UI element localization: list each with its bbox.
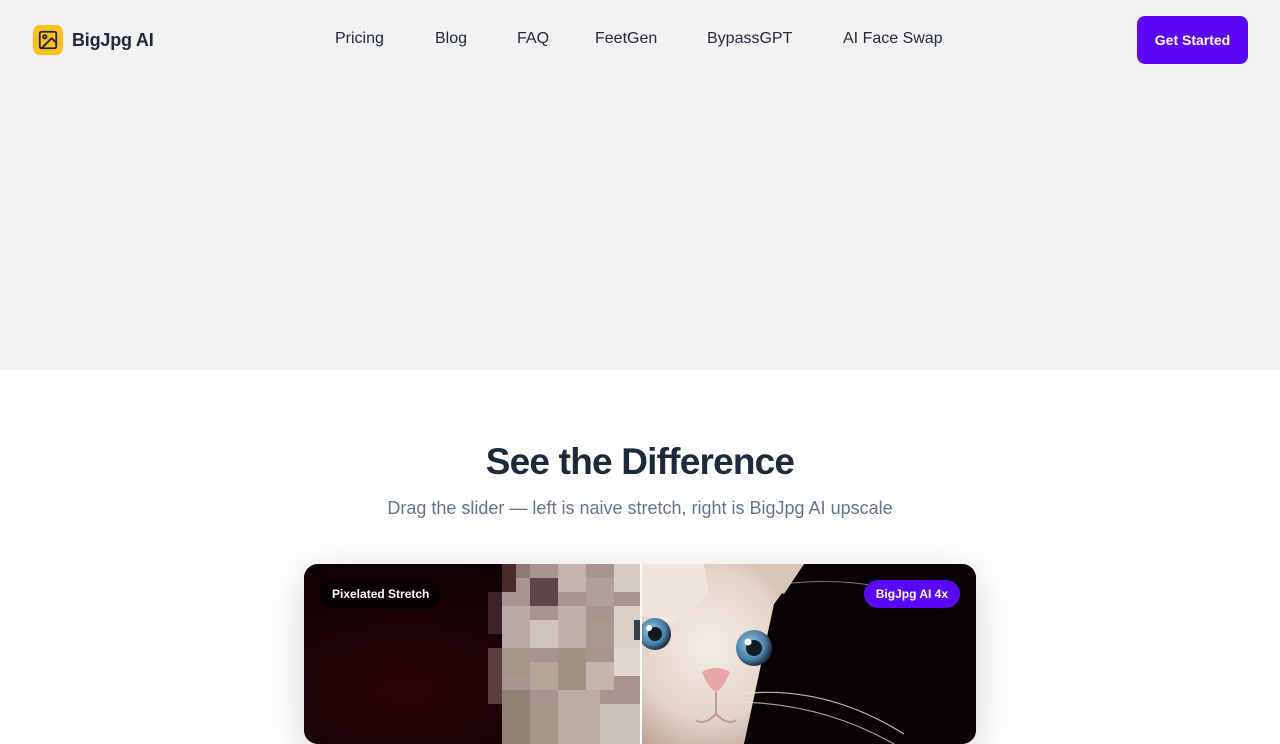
nav-link-pricing[interactable]: Pricing bbox=[335, 30, 384, 48]
hero-header: BigJpg AI Pricing Blog FAQ FeetGen Bypas… bbox=[0, 0, 1280, 370]
nav-link-feetgen[interactable]: FeetGen bbox=[595, 30, 657, 48]
nav-link-blog[interactable]: Blog bbox=[435, 30, 467, 48]
comparison-slider[interactable]: Pixelated Stretch BigJpg AI 4x bbox=[304, 564, 976, 744]
nav-link-ai-face-swap[interactable]: AI Face Swap bbox=[843, 30, 943, 48]
pixelated-kitten bbox=[488, 564, 640, 744]
nav-links: Pricing Blog FAQ FeetGen BypassGPT AI Fa… bbox=[0, 30, 1280, 52]
nav-link-faq[interactable]: FAQ bbox=[517, 30, 549, 48]
pixelated-stretch-badge: Pixelated Stretch bbox=[320, 580, 442, 608]
top-nav: BigJpg AI Pricing Blog FAQ FeetGen Bypas… bbox=[0, 0, 1280, 80]
section-subtitle: Drag the slider — left is naive stretch,… bbox=[387, 498, 893, 518]
section-title: See the Difference bbox=[485, 441, 795, 482]
slider-handle[interactable] bbox=[640, 564, 642, 744]
bigjpg-ai-badge: BigJpg AI 4x bbox=[863, 580, 960, 608]
get-started-button[interactable]: Get Started bbox=[1137, 16, 1248, 64]
nav-link-bypassgpt[interactable]: BypassGPT bbox=[707, 30, 792, 48]
